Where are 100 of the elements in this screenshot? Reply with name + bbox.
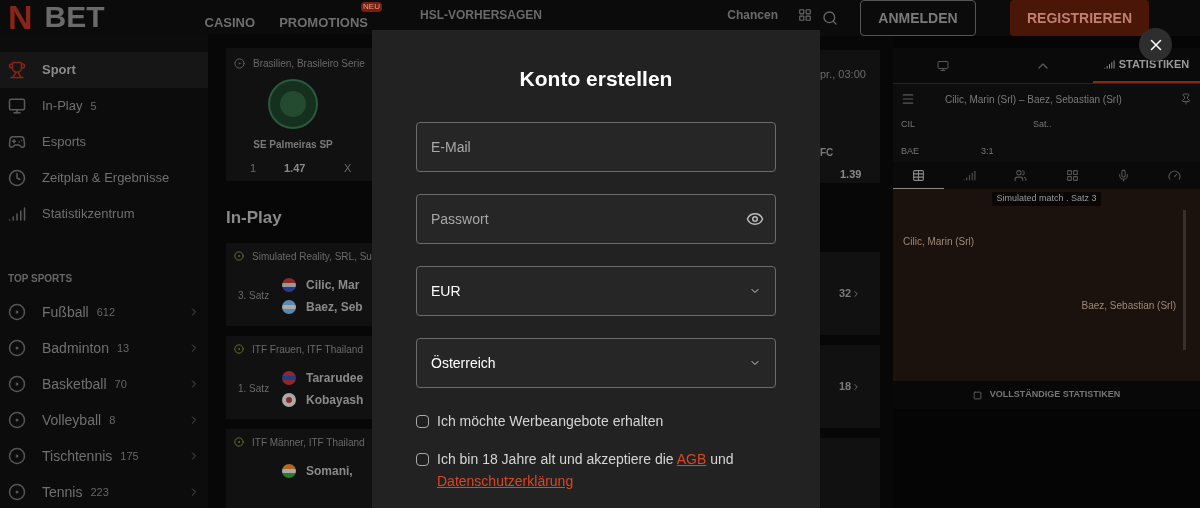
category-row[interactable]: Badminton 13: [0, 330, 208, 366]
player-name: Somani,: [306, 462, 353, 480]
checkbox[interactable]: [416, 453, 429, 466]
sidebar-item[interactable]: Esports: [0, 124, 208, 160]
password-field[interactable]: Passwort: [416, 194, 776, 244]
odds-label: 1: [249, 161, 258, 176]
ball-icon: [234, 437, 244, 447]
bar-chart-icon: [1103, 59, 1115, 70]
ball-icon: [234, 344, 244, 354]
select-field[interactable]: EUR: [416, 266, 776, 316]
event-card[interactable]: 32: [820, 252, 880, 335]
checkbox[interactable]: [416, 415, 429, 428]
sidebar-item[interactable]: Statistikzentrum: [0, 196, 208, 232]
player-label: Baez, Sebastian (Srl): [1081, 298, 1176, 313]
grid-icon[interactable]: [798, 8, 812, 22]
player-name: Baez, Seb: [306, 298, 363, 316]
section-heading: In-Play: [226, 207, 283, 229]
logo-text[interactable]: BET: [44, 2, 105, 32]
terms-link[interactable]: AGB: [676, 451, 707, 467]
flag-icon: [282, 299, 296, 314]
search-icon[interactable]: [822, 10, 838, 26]
league-name: Brasilien, Brasileiro Serie: [253, 57, 365, 71]
field-badge: Simulated match . Satz 3: [992, 192, 1101, 206]
crest-icon: [268, 79, 318, 129]
event-card[interactable]: ITF Männer, ITF Thailand Somani,: [226, 428, 372, 508]
nav-link[interactable]: HSL-VORHERSAGEN: [420, 6, 542, 24]
match-time: pr., 03:00: [820, 67, 867, 82]
ball-icon: [8, 447, 26, 465]
ball-icon: [8, 339, 26, 357]
table-icon: [912, 168, 926, 182]
bar-chart-icon: [8, 205, 26, 223]
player-name: Kobayash: [306, 391, 364, 409]
microphone-icon: [1116, 169, 1130, 182]
monitor-icon: [8, 97, 26, 115]
ball-icon: [8, 411, 26, 429]
menu-icon[interactable]: [901, 92, 915, 106]
team-name: FC: [820, 145, 835, 160]
nav-link[interactable]: Chancen: [727, 6, 778, 24]
set-label: Sat..: [1033, 118, 1052, 131]
checkbox-label: Ich möchte Werbeangebote erhalten: [437, 412, 664, 431]
team-name: SE Palmeiras SP: [253, 138, 333, 152]
sidebar-item[interactable]: Sport: [0, 52, 208, 88]
odds-label: X: [344, 161, 352, 176]
player-label: Cilic, Marin (Srl): [903, 234, 975, 249]
player-code: CIL: [901, 118, 916, 131]
match-card[interactable]: Brasilien, Brasileiro Serie SE Palmeiras SP 1 1.47 X: [226, 48, 372, 181]
event-card[interactable]: ITF Frauen, ITF Thailand 1. Satz Tararudee Kobayash: [226, 335, 372, 419]
player-code: BAE: [901, 144, 920, 158]
score: 3:1: [981, 144, 995, 158]
period-label: 3. Satz: [237, 289, 271, 303]
people-icon: [1014, 169, 1028, 182]
pin-icon[interactable]: [1180, 93, 1192, 105]
flag-icon: [282, 392, 296, 407]
ball-icon: [8, 483, 26, 501]
checkbox-label: Ich bin 18 Jahre alt und akzeptiere die AGB und Datenschutzerklärung: [437, 450, 735, 491]
modal-title: Konto erstellen: [519, 68, 673, 89]
ball-icon: [8, 303, 26, 321]
flag-icon: [282, 277, 296, 292]
league-name: Simulated Reality, SRL, Su: [252, 249, 372, 264]
flag-icon: [282, 463, 296, 478]
nav-link[interactable]: CASINO: [204, 15, 256, 30]
ball-icon: [234, 58, 245, 69]
match-title: Cilic, Marin (Srl) – Baez, Sebastian (Srl): [945, 92, 1122, 107]
markets-link[interactable]: 32: [838, 285, 862, 302]
select-field[interactable]: Österreich: [416, 338, 776, 388]
bar-chart-icon: [963, 169, 977, 182]
register-button[interactable]: REGISTRIEREN: [1010, 0, 1149, 36]
category-row[interactable]: Fußball 612: [0, 294, 208, 330]
nav-link[interactable]: PROMOTIONS: [279, 15, 368, 30]
ball-icon: [234, 251, 244, 261]
category-row[interactable]: Tischtennis 175: [0, 438, 208, 474]
odds-value[interactable]: 1.47: [284, 160, 344, 177]
player-name: Cilic, Mar: [306, 276, 360, 294]
league-name: ITF Frauen, ITF Thailand: [252, 342, 363, 357]
privacy-link[interactable]: Datenschutzerklärung: [437, 473, 574, 489]
event-card[interactable]: Simulated Reality, SRL, Su 3. Satz Cilic, Mar Baez, Seb: [226, 242, 372, 326]
odds-value[interactable]: 1.39: [840, 165, 880, 182]
period-label: 1. Satz: [237, 382, 271, 396]
clock-icon: [8, 169, 26, 187]
category-row[interactable]: Basketball 70: [0, 366, 208, 402]
category-row[interactable]: Volleyball 8: [0, 402, 208, 438]
category-row[interactable]: Tennis 223: [0, 474, 208, 508]
trophy-icon: [8, 61, 26, 79]
gamepad-icon: [8, 133, 26, 151]
section-title: TOP SPORTS: [8, 272, 74, 286]
eye-icon[interactable]: [746, 210, 764, 228]
markets-link[interactable]: 18: [838, 378, 862, 395]
monitor-icon: [937, 59, 949, 72]
event-card[interactable]: 18: [820, 345, 880, 428]
sidebar-item[interactable]: In-Play 5: [0, 88, 208, 124]
flag-icon: [282, 370, 296, 385]
new-badge: NEU: [361, 2, 382, 12]
ball-icon: [8, 375, 26, 393]
player-name: Tararudee: [306, 369, 364, 387]
league-name: ITF Männer, ITF Thailand: [252, 435, 365, 450]
match-card[interactable]: pr., 03:00 FC 1.39: [820, 50, 880, 183]
gauge-icon: [1167, 169, 1181, 182]
sidebar-item[interactable]: Zeitplan & Ergebnisse: [0, 160, 208, 196]
grid-icon: [1065, 169, 1079, 182]
email-field[interactable]: E-Mail: [416, 122, 776, 172]
